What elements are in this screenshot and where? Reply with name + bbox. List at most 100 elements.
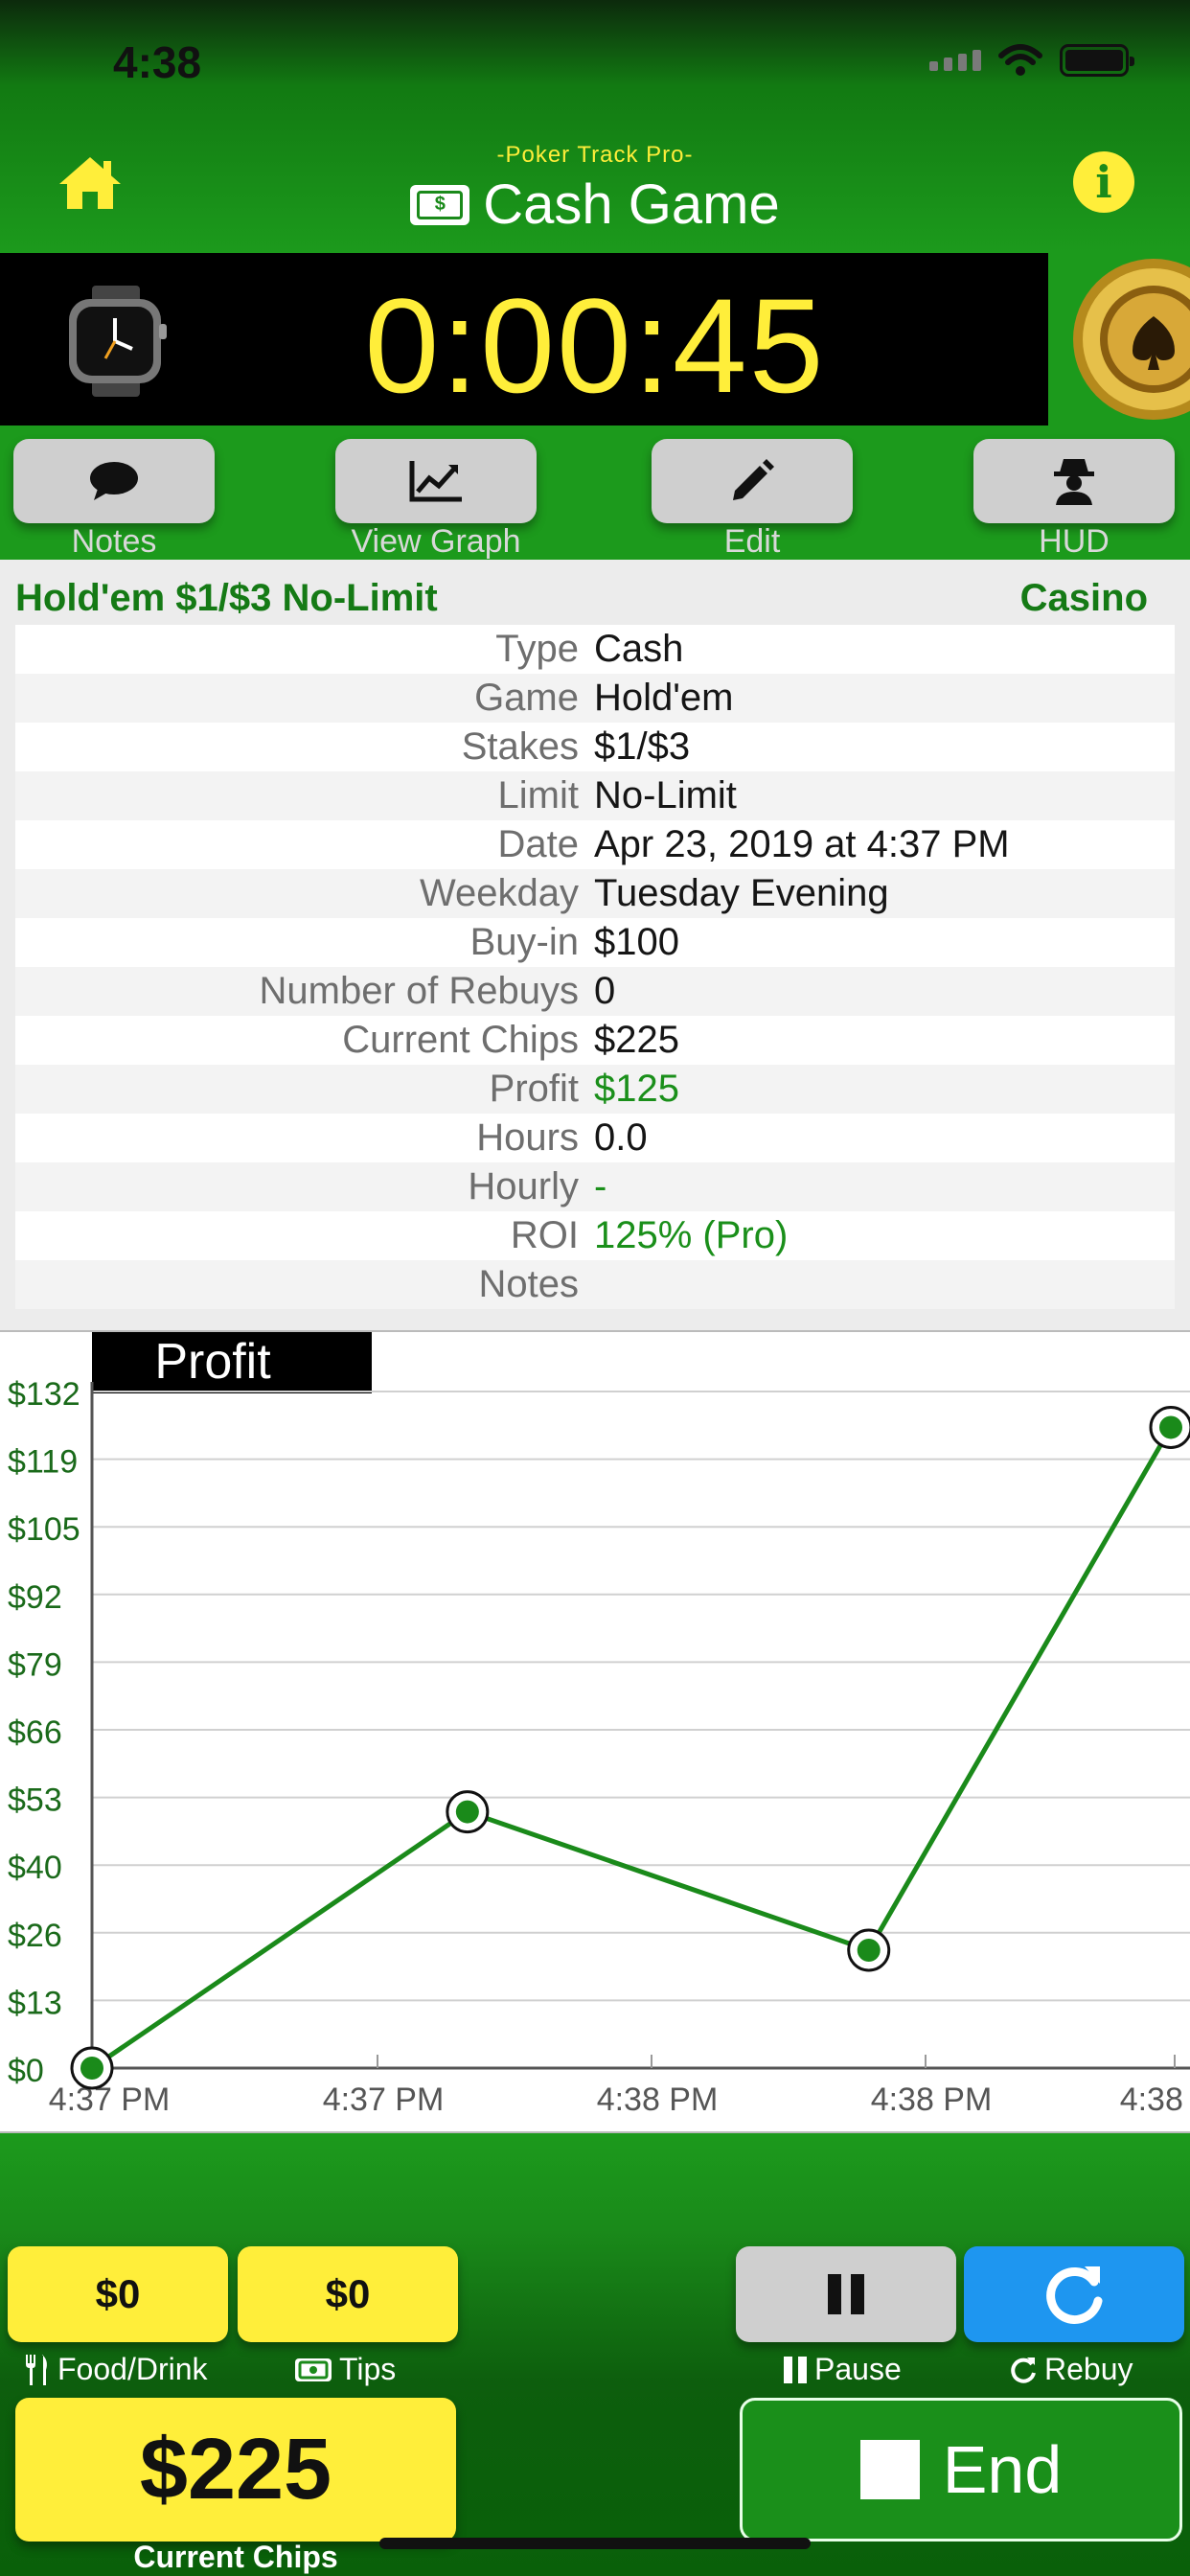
detail-value: Hold'em — [594, 677, 734, 719]
data-point-fill — [80, 2057, 103, 2080]
detail-value: 125% (Pro) — [594, 1214, 789, 1256]
detail-key: Date — [497, 823, 580, 865]
profit-line — [90, 1426, 1174, 2071]
y-tick-label: $105 — [8, 1511, 80, 1548]
refresh-small-icon — [1011, 2357, 1036, 2383]
detail-row: Weekday Tuesday Evening — [15, 869, 1175, 918]
y-tick-label: $66 — [8, 1714, 62, 1751]
chat-bubble-icon — [90, 462, 138, 500]
hud-label: HUD — [1039, 523, 1110, 560]
x-tick-label: 4:37 PM — [49, 2082, 171, 2118]
tips-button[interactable]: $0 — [238, 2246, 458, 2342]
y-tick-label: $0 — [8, 2053, 44, 2089]
refresh-icon — [1046, 2266, 1103, 2324]
y-tick-label: $92 — [8, 1579, 62, 1616]
battery-icon — [1060, 44, 1134, 77]
tips-label: Tips — [339, 2352, 397, 2386]
fork-knife-icon — [26, 2354, 47, 2385]
status-time: 4:38 — [113, 37, 202, 87]
detail-key: ROI — [510, 1214, 579, 1256]
pause-caption: Pause — [784, 2352, 902, 2387]
food-drink-button[interactable]: $0 — [8, 2246, 228, 2342]
x-tick-label: 4:38 PM — [1120, 2082, 1190, 2118]
rebuy-label: Rebuy — [1044, 2352, 1133, 2386]
detail-row: Date Apr 23, 2019 at 4:37 PM — [15, 820, 1175, 869]
detail-key: Game — [474, 677, 579, 719]
app-subtitle: -Poker Track Pro- — [496, 142, 694, 168]
page-title: $ Cash Game — [0, 172, 1190, 237]
data-point-fill — [857, 1938, 881, 1962]
detail-row: Number of Rebuys 0 — [15, 967, 1175, 1016]
tips-caption: Tips — [295, 2352, 396, 2387]
spy-icon — [1054, 459, 1094, 505]
detail-value: $100 — [594, 921, 679, 963]
detail-value: Tuesday Evening — [594, 872, 889, 914]
y-tick-label: $13 — [8, 1985, 62, 2021]
detail-value: 0 — [594, 970, 616, 1012]
signal-icon — [929, 50, 981, 71]
view-graph-button[interactable] — [335, 439, 537, 523]
chart-title: Profit — [154, 1334, 271, 1390]
info-icon[interactable]: i — [1073, 151, 1134, 213]
detail-value: Cash — [594, 628, 684, 670]
profit-chart-svg: Profit $0 $13 $26 $40 $53 $66 $79 $92 $105 $119 $13… — [8, 1332, 1190, 2118]
rebuy-caption: Rebuy — [1010, 2352, 1133, 2387]
rebuy-button[interactable] — [964, 2246, 1184, 2342]
profit-chart: Profit $0 $13 $26 $40 $53 $66 $79 $92 $105 $119 $13… — [0, 1330, 1190, 2133]
data-point-fill — [1159, 1415, 1182, 1439]
detail-key: Number of Rebuys — [259, 970, 579, 1012]
y-tick-label: $26 — [8, 1918, 62, 1954]
pause-button[interactable] — [736, 2246, 956, 2342]
notes-label: Notes — [71, 523, 157, 560]
session-title: Hold'em $1/$3 No-Limit — [15, 577, 438, 619]
poker-chip-logo — [1048, 253, 1190, 426]
stop-icon — [859, 2440, 920, 2499]
detail-key: Notes — [478, 1263, 580, 1305]
detail-key: Weekday — [419, 872, 579, 914]
notes-button[interactable] — [13, 439, 215, 523]
y-tick-label: $53 — [8, 1782, 62, 1819]
hud-button[interactable] — [973, 439, 1175, 523]
status-icons — [929, 44, 1134, 77]
detail-key: Buy-in — [469, 921, 579, 963]
detail-value: $125 — [594, 1068, 679, 1110]
detail-key: Current Chips — [342, 1019, 579, 1061]
cash-icon — [295, 2358, 332, 2381]
food-drink-label: Food/Drink — [57, 2352, 208, 2386]
detail-row: Profit $125 — [15, 1065, 1175, 1114]
x-tick-label: 4:38 PM — [871, 2082, 993, 2118]
page-title-text: Cash Game — [483, 173, 780, 236]
pencil-icon — [733, 459, 774, 500]
detail-row: Type Cash — [15, 625, 1175, 674]
detail-value: - — [594, 1165, 607, 1208]
detail-key: Type — [495, 628, 579, 670]
detail-row: Hours 0.0 — [15, 1114, 1175, 1162]
session-location: Casino — [1019, 577, 1148, 619]
end-session-button[interactable]: End — [740, 2398, 1182, 2542]
x-tick-label: 4:38 PM — [597, 2082, 719, 2118]
y-tick-label: $119 — [8, 1444, 78, 1481]
y-tick-label: $79 — [8, 1646, 62, 1683]
view-graph-label: View Graph — [351, 523, 521, 560]
session-timer: 0:00:45 — [364, 270, 826, 421]
wifi-icon — [998, 44, 1042, 76]
detail-key: Stakes — [461, 725, 579, 768]
current-chips-button[interactable]: $225 — [15, 2398, 456, 2542]
detail-key: Hourly — [468, 1165, 579, 1208]
y-tick-label: $132 — [8, 1376, 80, 1413]
pause-label: Pause — [814, 2352, 902, 2386]
detail-key: Limit — [497, 774, 579, 816]
detail-row: Hourly - — [15, 1162, 1175, 1211]
y-tick-label: $40 — [8, 1850, 62, 1886]
end-label: End — [942, 2432, 1063, 2507]
detail-row: Notes — [15, 1260, 1175, 1309]
detail-value: No-Limit — [594, 774, 737, 816]
line-chart-icon — [409, 461, 462, 502]
edit-label: Edit — [723, 523, 781, 560]
detail-key: Profit — [489, 1068, 579, 1110]
detail-row: Limit No-Limit — [15, 771, 1175, 820]
edit-button[interactable] — [652, 439, 853, 523]
detail-key: Hours — [476, 1116, 579, 1159]
detail-row: Buy-in $100 — [15, 918, 1175, 967]
detail-row: ROI 125% (Pro) — [15, 1211, 1175, 1260]
